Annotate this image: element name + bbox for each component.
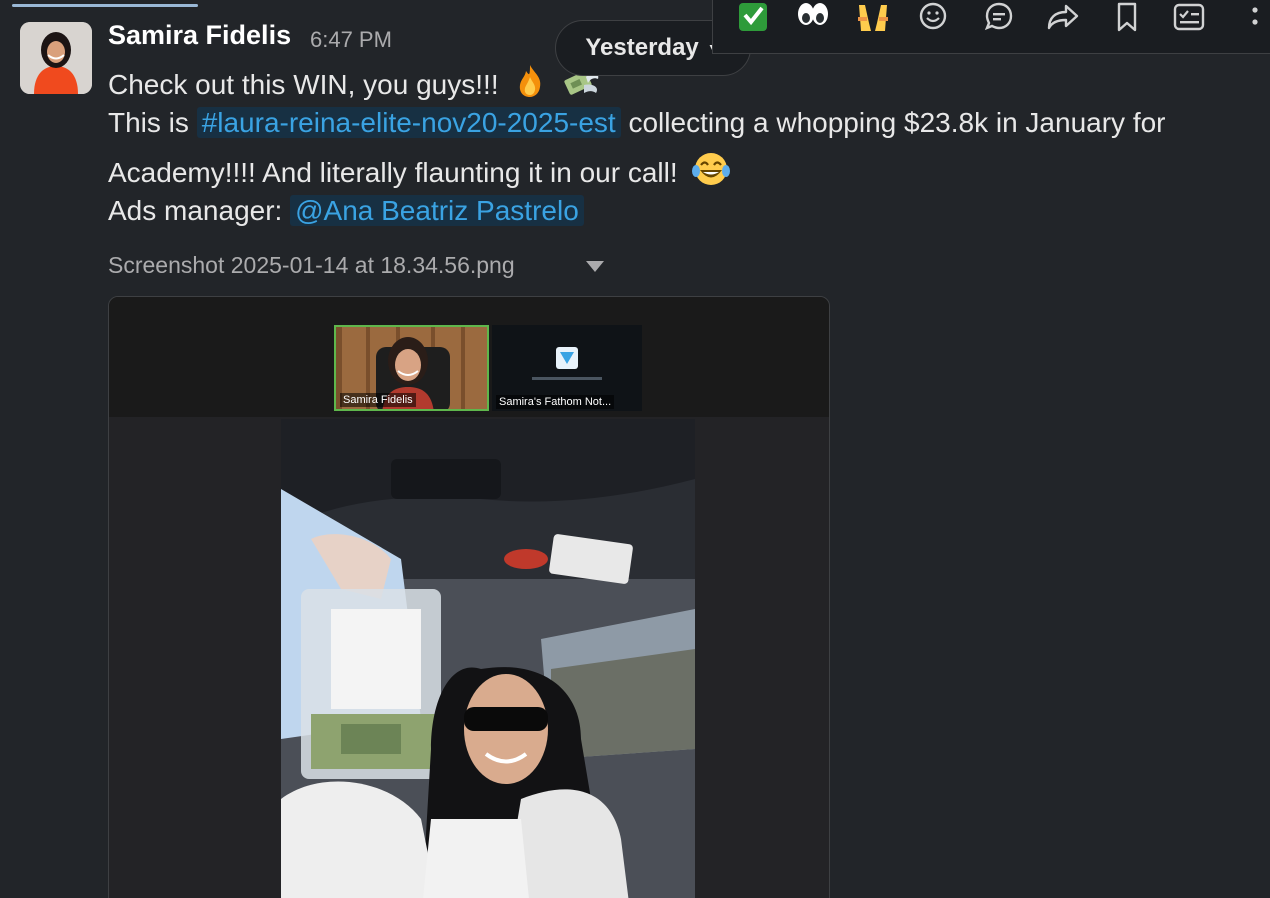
- message-actions-toolbar: [712, 0, 1270, 54]
- participant-tile: Samira Fidelis: [334, 325, 489, 411]
- message-timestamp[interactable]: 6:47 PM: [310, 27, 392, 53]
- channel-link[interactable]: #laura-reina-elite-nov20-2025-est: [196, 107, 621, 138]
- message-line-3: Academy!!!! And literally flaunting it i…: [108, 151, 731, 194]
- date-divider-label: Yesterday: [585, 34, 699, 61]
- message-line-1: Check out this WIN, you guys!!!: [108, 63, 602, 106]
- attachment-file-name[interactable]: Screenshot 2025-01-14 at 18.34.56.png: [108, 252, 515, 279]
- add-reaction-icon[interactable]: [913, 0, 953, 34]
- bookmark-icon[interactable]: [1107, 0, 1147, 34]
- slack-message-view: Samira Fidelis 6:47 PM Check out this WI…: [0, 0, 1270, 898]
- eyes-emoji-icon[interactable]: [793, 0, 833, 34]
- message-line-4: Ads manager: @Ana Beatriz Pastrelo: [108, 195, 584, 227]
- tears-of-joy-emoji-icon: [691, 151, 731, 194]
- unread-indicator-bar: [12, 4, 198, 7]
- fire-emoji-icon: [512, 63, 548, 106]
- collapse-attachment-icon[interactable]: [586, 261, 604, 272]
- raised-hands-emoji-icon[interactable]: [853, 0, 893, 34]
- message-text: Check out this WIN, you guys!!!: [108, 69, 499, 100]
- reply-in-thread-icon[interactable]: [979, 0, 1019, 34]
- message-text: This is: [108, 107, 189, 138]
- more-actions-icon[interactable]: [1235, 0, 1270, 34]
- user-mention[interactable]: @Ana Beatriz Pastrelo: [290, 195, 584, 226]
- video-frame: [281, 419, 695, 898]
- avatar[interactable]: [20, 22, 92, 94]
- message-line-2: This is #laura-reina-elite-nov20-2025-es…: [108, 107, 1166, 139]
- attachment-image[interactable]: Samira Fidelis Samira's Fathom Not...: [108, 296, 830, 898]
- message-text: collecting a whopping $23.8k in January …: [628, 107, 1166, 138]
- message-text: Ads manager:: [108, 195, 283, 226]
- participant-name: Samira's Fathom Not...: [496, 395, 615, 409]
- sender-name[interactable]: Samira Fidelis: [108, 20, 291, 51]
- check-mark-emoji-icon[interactable]: [733, 0, 773, 34]
- add-to-list-icon[interactable]: [1169, 0, 1209, 34]
- participant-name: Samira Fidelis: [340, 393, 416, 407]
- share-icon[interactable]: [1043, 0, 1083, 34]
- message-text: Academy!!!! And literally flaunting it i…: [108, 157, 678, 188]
- video-call-participant-bar: Samira Fidelis Samira's Fathom Not...: [109, 297, 829, 417]
- participant-tile: Samira's Fathom Not...: [492, 325, 642, 411]
